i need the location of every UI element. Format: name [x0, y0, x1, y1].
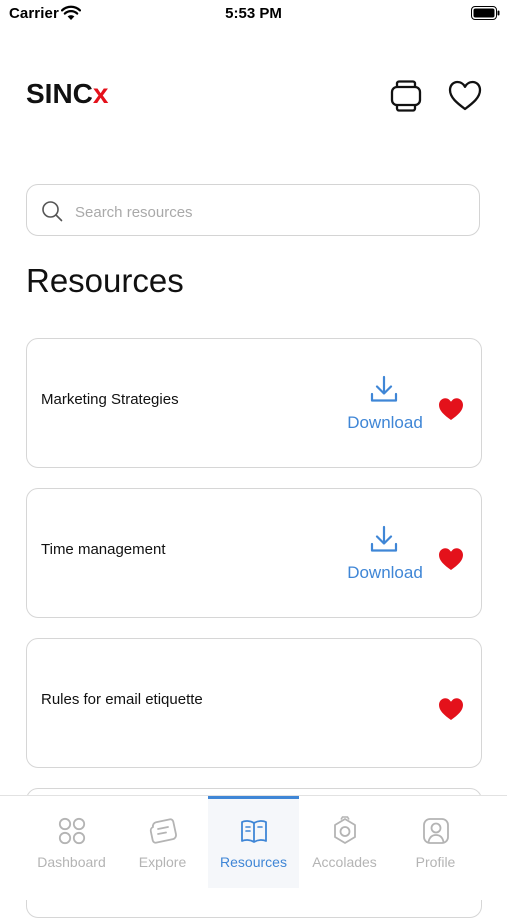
status-time: 5:53 PM [225, 5, 282, 22]
badge-icon [334, 816, 356, 844]
resource-card[interactable]: Marketing Strategies Download [26, 338, 482, 468]
tab-label: Accolades [312, 854, 377, 870]
profile-icon [423, 818, 449, 844]
battery-icon [471, 6, 500, 20]
resource-title: Time management [41, 541, 166, 558]
tab-dashboard[interactable]: Dashboard [26, 796, 117, 888]
watch-icon[interactable] [388, 78, 424, 114]
search-icon [42, 201, 63, 222]
search-box[interactable] [26, 184, 480, 236]
tab-label: Dashboard [37, 854, 106, 870]
grid-icon [58, 817, 86, 845]
download-button[interactable]: Download [333, 523, 433, 585]
resource-card[interactable]: Time management Download [26, 488, 482, 618]
heart-outline-icon[interactable] [447, 78, 483, 114]
download-label: Download [347, 563, 423, 582]
tab-profile[interactable]: Profile [390, 796, 481, 888]
tab-resources[interactable]: Resources [208, 796, 299, 888]
search-input[interactable] [73, 198, 467, 226]
heart-filled-icon[interactable] [438, 397, 464, 421]
explore-icon [149, 818, 177, 844]
book-icon [241, 820, 267, 843]
tab-label: Profile [415, 854, 456, 870]
tab-explore[interactable]: Explore [117, 796, 208, 888]
tab-accolades[interactable]: Accolades [299, 796, 390, 888]
tab-bar: Dashboard Explore Resources Accolades Pr… [0, 795, 507, 900]
resource-title: Rules for email etiquette [41, 691, 203, 708]
logo-text: SINC [26, 78, 93, 109]
tab-label: Resources [220, 854, 287, 870]
app-logo: SINCx [26, 78, 108, 110]
heart-filled-icon[interactable] [438, 697, 464, 721]
download-icon [370, 375, 398, 402]
tab-label: Explore [138, 854, 187, 870]
status-bar: Carrier 5:53 PM [0, 0, 507, 30]
download-label: Download [347, 413, 423, 432]
resource-title: Marketing Strategies [41, 391, 179, 408]
heart-filled-icon[interactable] [438, 547, 464, 571]
page-title: Resources [26, 262, 184, 299]
resource-card[interactable]: Rules for email etiquette [26, 638, 482, 768]
logo-arrow: x [92, 78, 109, 109]
download-icon [370, 525, 398, 552]
download-button[interactable]: Download [333, 373, 433, 435]
